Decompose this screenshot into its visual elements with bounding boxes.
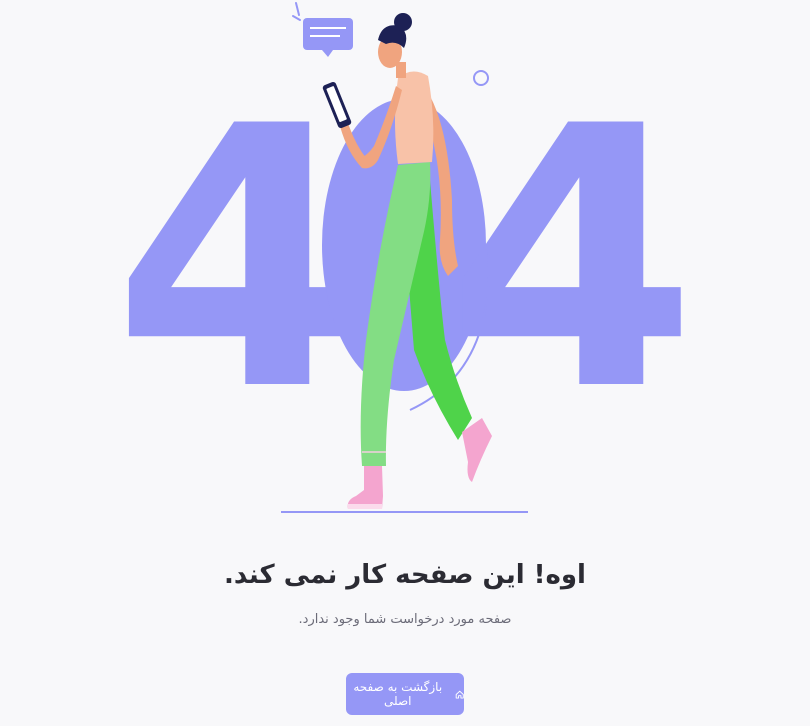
home-icon — [455, 690, 464, 699]
back-to-home-button[interactable]: بازگشت به صفحه اصلی — [346, 673, 464, 715]
not-found-illustration: 4 4 — [113, 2, 698, 513]
page-subtitle: صفحه مورد درخواست شما وجود ندارد. — [298, 612, 512, 627]
digit-four-right: 4 — [447, 50, 698, 469]
sparkle-lines — [292, 2, 301, 21]
back-to-home-label: بازگشت به صفحه اصلی — [353, 680, 443, 708]
page-title: اوه! این صفحه کار نمی کند. — [224, 560, 586, 590]
